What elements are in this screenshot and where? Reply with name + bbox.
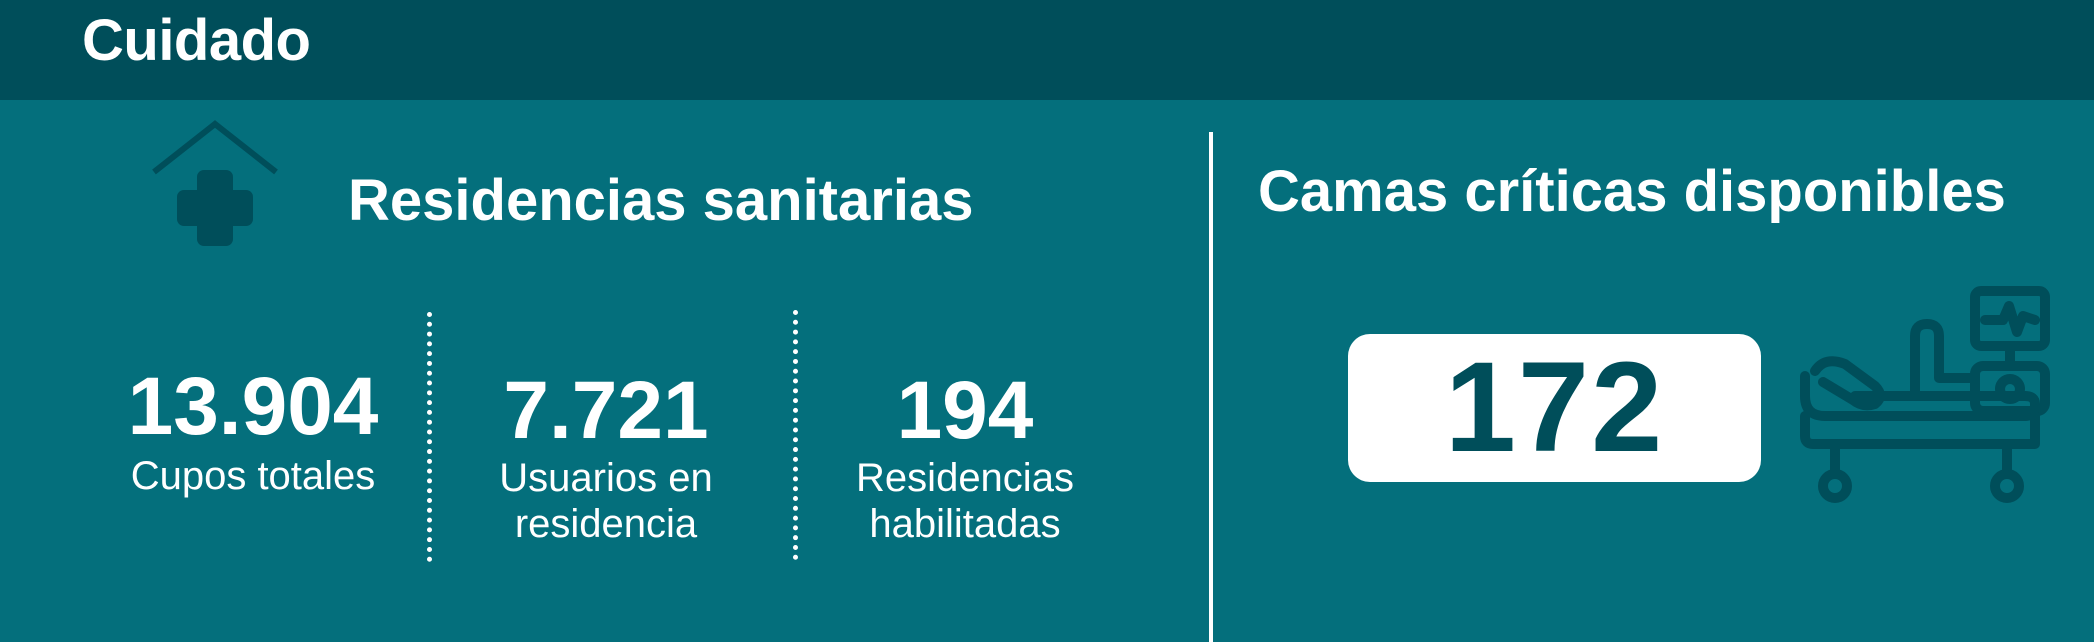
stat-label-line2: habilitadas — [869, 502, 1061, 546]
stat-label-line1: Usuarios en — [499, 456, 713, 500]
camas-count-value: 172 — [1444, 336, 1665, 479]
camas-title: Camas críticas disponibles — [1258, 159, 2006, 224]
stat-label-line1: Residencias — [856, 456, 1074, 500]
camas-count-box: 172 — [1348, 334, 1761, 482]
page: Cuidado Residencias sanitarias 13.904 Cu… — [0, 0, 2094, 642]
section-divider — [1209, 132, 1213, 642]
stat-value: 13.904 — [127, 361, 379, 452]
stat-divider — [427, 312, 432, 562]
stat-value: 194 — [896, 365, 1034, 456]
stat-cupos-totales: 13.904 Cupos totales — [103, 362, 403, 500]
stat-value: 7.721 — [503, 365, 709, 456]
stat-divider — [793, 310, 798, 560]
stat-usuarios-en-residencia: 7.721 Usuarios en residencia — [456, 366, 756, 548]
hospital-bed-icon — [1795, 286, 2065, 512]
stat-residencias-habilitadas: 194 Residencias habilitadas — [815, 366, 1115, 548]
header-bar: Cuidado — [0, 0, 2094, 100]
house-medical-icon — [150, 120, 280, 250]
residencias-title: Residencias sanitarias — [348, 168, 974, 233]
stat-label-line2: residencia — [514, 502, 698, 546]
stat-label: Cupos totales — [130, 454, 376, 498]
header-title: Cuidado — [82, 8, 311, 73]
